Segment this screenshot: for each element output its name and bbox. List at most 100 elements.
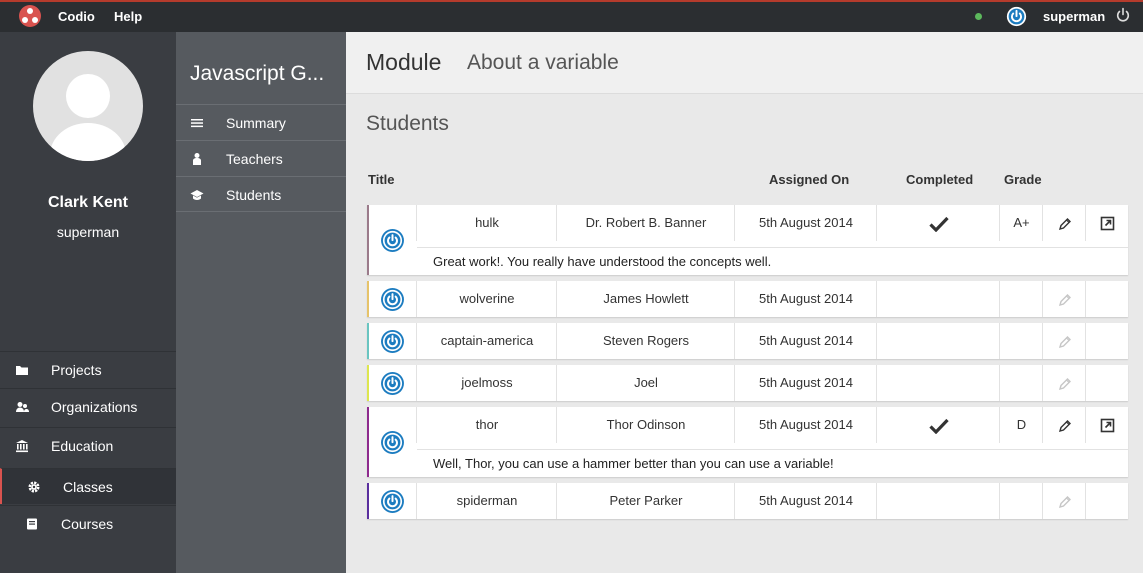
edit-grade-button[interactable] [1042, 205, 1086, 241]
open-project-button [1085, 365, 1128, 401]
open-project-button [1085, 281, 1128, 317]
completed-cell [876, 205, 1000, 241]
top-accent-line [0, 0, 1143, 2]
pencil-icon [1058, 333, 1072, 348]
table-row[interactable]: wolverine James Howlett 5th August 2014 [367, 281, 1128, 317]
student-username: wolverine [416, 281, 557, 317]
student-username: joelmoss [416, 365, 557, 401]
row-color-bar [367, 407, 369, 477]
assigned-date: 5th August 2014 [734, 281, 877, 317]
user-avatar-icon[interactable] [1006, 6, 1027, 27]
row-color-bar [367, 483, 369, 519]
module-name: About a variable [467, 51, 619, 74]
column-header-completed: Completed [906, 172, 974, 187]
menu-codio[interactable]: Codio [58, 9, 95, 24]
edit-grade-button[interactable] [1042, 281, 1086, 317]
top-bar: Codio Help superman [0, 0, 1143, 32]
sidebar-item-education[interactable]: Education [0, 427, 176, 463]
assigned-date: 5th August 2014 [734, 205, 877, 241]
sidebar-item-label: Organizations [51, 399, 138, 415]
students-section-title: Students [366, 112, 449, 135]
module-label: Module [366, 49, 442, 75]
grade-cell: D [999, 407, 1043, 443]
book-icon [27, 518, 37, 530]
table-row[interactable]: hulk Dr. Robert B. Banner 5th August 2014 A… [367, 205, 1128, 275]
sidebar-item-projects[interactable]: Projects [0, 351, 176, 387]
assigned-date: 5th August 2014 [734, 407, 877, 443]
sidebar-item-courses[interactable]: Courses [0, 505, 176, 541]
list-icon [191, 119, 203, 128]
teacher-icon [193, 153, 201, 165]
main-content: Module About a variable Students Title A… [346, 32, 1143, 573]
sidebar-item-classes[interactable]: Classes [0, 468, 176, 504]
student-name: James Howlett [556, 281, 735, 317]
graduation-cap-icon [190, 190, 204, 200]
subnav-item-label: Summary [226, 115, 286, 131]
completed-cell [876, 365, 1000, 401]
user-avatar-icon [380, 287, 405, 312]
assigned-date: 5th August 2014 [734, 365, 877, 401]
online-status-icon [975, 13, 982, 20]
sidebar-item-label: Education [51, 438, 114, 454]
open-project-button [1085, 483, 1128, 519]
external-link-icon [1100, 215, 1115, 231]
student-username: hulk [416, 205, 557, 241]
student-username: thor [416, 407, 557, 443]
open-project-button[interactable] [1085, 205, 1128, 241]
edit-grade-button[interactable] [1042, 407, 1086, 443]
user-avatar-icon [380, 489, 405, 514]
table-row[interactable]: captain-america Steven Rogers 5th August 2… [367, 323, 1128, 359]
edit-grade-button[interactable] [1042, 483, 1086, 519]
module-header: Module About a variable [346, 32, 1143, 94]
grade-cell [999, 281, 1043, 317]
user-avatar-icon [380, 228, 405, 253]
checkmark-icon [928, 215, 949, 232]
row-color-bar [367, 365, 369, 401]
pencil-icon [1058, 291, 1072, 306]
student-name: Joel [556, 365, 735, 401]
menu-help[interactable]: Help [114, 9, 142, 24]
sidebar-item-label: Projects [51, 362, 102, 378]
external-link-icon [1100, 417, 1115, 433]
top-username[interactable]: superman [1043, 9, 1105, 24]
grade-cell [999, 483, 1043, 519]
bank-icon [16, 440, 28, 453]
table-row[interactable]: joelmoss Joel 5th August 2014 [367, 365, 1128, 401]
profile-username: superman [56, 224, 120, 240]
student-name: Peter Parker [556, 483, 735, 519]
subnav-item-teachers[interactable]: Teachers [176, 140, 346, 176]
user-avatar-icon [380, 430, 405, 455]
row-color-bar [367, 281, 369, 317]
grade-cell: A+ [999, 205, 1043, 241]
table-row[interactable]: thor Thor Odinson 5th August 2014 D Well, Th… [367, 407, 1128, 477]
subnav-item-students[interactable]: Students [176, 176, 346, 212]
student-username: captain-america [416, 323, 557, 359]
subnav-item-summary[interactable]: Summary [176, 104, 346, 140]
profile-name: Clark Kent [47, 194, 129, 211]
pencil-icon [1058, 375, 1072, 390]
sidebar-item-label: Courses [61, 516, 114, 532]
grade-cell [999, 365, 1043, 401]
codio-logo-icon[interactable] [19, 5, 41, 27]
profile-avatar [33, 51, 143, 161]
logout-power-icon[interactable] [1115, 7, 1131, 23]
course-title[interactable]: Javascript G... [190, 62, 324, 86]
left-sidebar: Clark Kent superman Projects Organizatio… [0, 32, 176, 573]
completed-cell [876, 281, 1000, 317]
student-name: Steven Rogers [556, 323, 735, 359]
student-name: Thor Odinson [556, 407, 735, 443]
checkmark-icon [928, 417, 949, 434]
pencil-icon [1058, 215, 1072, 230]
student-username: spiderman [416, 483, 557, 519]
edit-grade-button[interactable] [1042, 365, 1086, 401]
edit-grade-button[interactable] [1042, 323, 1086, 359]
table-row[interactable]: spiderman Peter Parker 5th August 2014 [367, 483, 1128, 519]
folder-icon [16, 366, 28, 375]
sidebar-item-organizations[interactable]: Organizations [0, 388, 176, 424]
pencil-icon [1058, 493, 1072, 508]
user-avatar-icon [380, 329, 405, 354]
row-color-bar [367, 205, 369, 275]
open-project-button[interactable] [1085, 407, 1128, 443]
row-color-bar [367, 323, 369, 359]
column-header-title: Title [368, 172, 395, 187]
